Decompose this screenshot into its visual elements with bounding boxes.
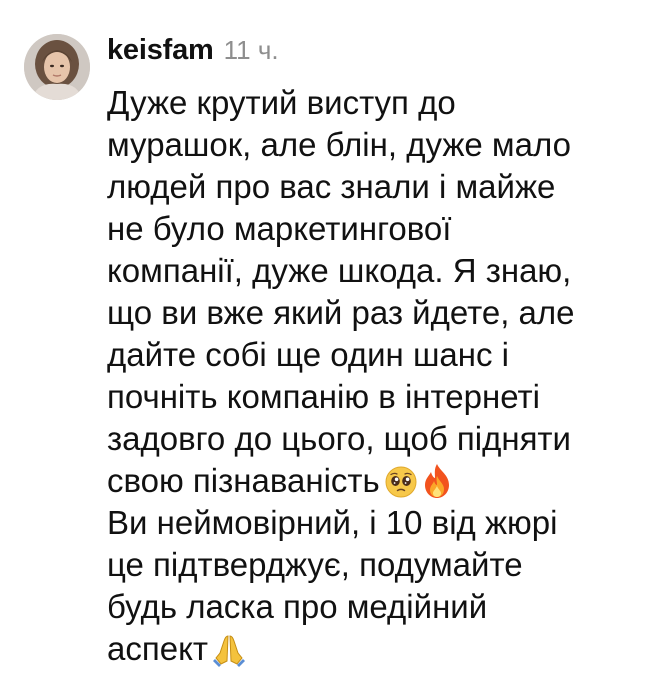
- comment-text: Дуже крутий виступ до мурашок, але блін,…: [107, 82, 647, 670]
- pleading-face-emoji-icon: [384, 465, 418, 499]
- user-avatar-photo-icon: [24, 34, 90, 100]
- comment-line: що ви вже який раз йдете, але: [107, 294, 575, 331]
- comment-line-with-emojis: аспект: [107, 628, 647, 670]
- comment-line: це підтверджує, подумайте: [107, 546, 523, 583]
- comment-line: мурашок, але блін, дуже мало: [107, 126, 571, 163]
- comment-line: компанії, дуже шкода. Я знаю,: [107, 252, 572, 289]
- comment-line: людей про вас знали і майже: [107, 168, 556, 205]
- comment: keisfam 11 ч. Дуже крутий виступ до мура…: [0, 0, 665, 698]
- folded-hands-emoji-icon: [212, 633, 246, 667]
- comment-line: почніть компанію в інтернеті: [107, 378, 540, 415]
- comment-line: не було маркетингової: [107, 210, 452, 247]
- comment-header: keisfam 11 ч.: [107, 34, 279, 74]
- comment-line: Ви неймовірний, і 10 від жюрі: [107, 504, 558, 541]
- comment-line: Дуже крутий виступ до: [107, 84, 456, 121]
- comment-line: будь ласка про медійний: [107, 588, 488, 625]
- comment-line-with-emojis: свою пізнаваність: [107, 460, 647, 502]
- timestamp: 11 ч.: [223, 35, 279, 65]
- fire-emoji-icon: [422, 463, 452, 499]
- comment-line-text: аспект: [107, 630, 208, 667]
- comment-line: дайте собі ще один шанс і: [107, 336, 509, 373]
- avatar[interactable]: [24, 34, 90, 100]
- comment-line: задовго до цього, щоб підняти: [107, 420, 571, 457]
- comment-line-text: свою пізнаваність: [107, 462, 380, 499]
- username-link[interactable]: keisfam: [107, 34, 214, 67]
